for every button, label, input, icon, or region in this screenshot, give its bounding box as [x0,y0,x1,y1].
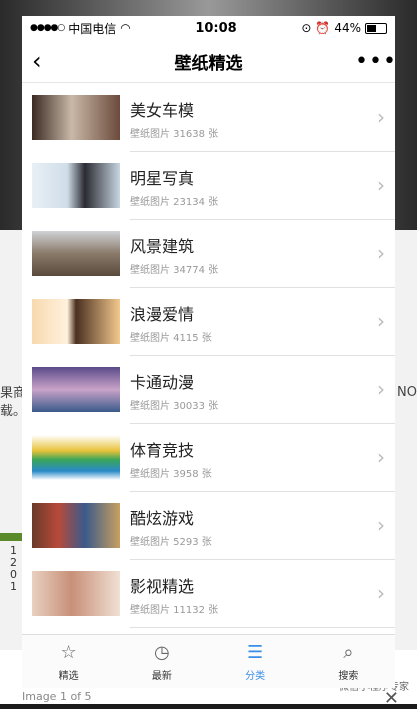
list-item[interactable]: 风景建筑 壁纸图片 34774 张 › [22,219,395,288]
category-name: 卡通动漫 [130,372,195,392]
nav-bar: ‹ 壁纸精选 ••• [22,40,395,83]
search-icon: ⌕ [343,641,354,663]
chevron-right-icon: › [377,376,385,401]
background-numbers: 1 2 0 1 [10,545,17,593]
list-item[interactable]: 浪漫爱情 壁纸图片 4115 张 › [22,287,395,356]
list-item[interactable]: 卡通动漫 壁纸图片 30033 张 › [22,355,395,424]
chevron-right-icon: › [377,308,385,333]
category-name: 影视精选 [130,576,195,596]
category-count: 壁纸图片 31638 张 [130,128,219,140]
chevron-right-icon: › [377,444,385,469]
list-item[interactable]: 美女车模 壁纸图片 31638 张 › [22,83,395,152]
thumbnail-image [32,230,120,276]
background-right-text: NO [397,385,417,400]
wifi-icon: ◠ [120,21,131,35]
list-icon: ☰ [247,641,264,663]
category-count: 壁纸图片 11132 张 [130,604,219,616]
clock: 10:08 [195,20,237,36]
tab-featured[interactable]: ☆ 精选 [22,635,115,688]
category-count: 壁纸图片 5293 张 [130,536,212,548]
tab-categories[interactable]: ☰ 分类 [209,635,302,688]
tab-label: 搜索 [338,670,359,682]
clock-icon: ◷ [154,641,170,663]
category-name: 风景建筑 [130,236,195,256]
category-count: 壁纸图片 3958 张 [130,468,212,480]
background-number: 1 [10,580,17,593]
category-name: 明星写真 [130,168,195,188]
background-green-bar [0,533,22,541]
list-item[interactable]: 影视精选 壁纸图片 11132 张 › [22,559,395,628]
category-count: 壁纸图片 4115 张 [130,332,212,344]
thumbnail-image [32,570,120,616]
alarm-icon: ⏰ [315,21,331,35]
list-item[interactable]: 酷炫游戏 壁纸图片 5293 张 › [22,491,395,560]
category-name: 酷炫游戏 [130,508,195,528]
thumbnail-image [32,502,120,548]
page-title: 壁纸精选 [174,53,243,74]
category-count: 壁纸图片 30033 张 [130,400,219,412]
lock-rotation-icon: ⊙ [301,21,312,35]
list-item[interactable]: 明星写真 壁纸图片 23134 张 › [22,151,395,220]
chevron-right-icon: › [377,512,385,537]
tab-label: 最新 [151,670,172,682]
battery-percent: 44% [334,21,361,35]
signal-icon: ●●●●○ [30,23,65,33]
thumbnail-image [32,366,120,412]
status-bar: ●●●●○ 中国电信 ◠ 10:08 ⊙ ⏰ 44% [22,16,395,40]
thumbnail-image [32,94,120,140]
list-item[interactable]: 体育竞技 壁纸图片 3958 张 › [22,423,395,492]
tab-search[interactable]: ⌕ 搜索 [302,635,395,688]
category-count: 壁纸图片 34774 张 [130,264,219,276]
more-icon[interactable]: ••• [355,49,395,74]
tab-label: 分类 [245,670,266,682]
chevron-right-icon: › [377,104,385,129]
phone-screen: ●●●●○ 中国电信 ◠ 10:08 ⊙ ⏰ 44% ‹ 壁纸精选 ••• 美女… [22,16,395,688]
category-name: 浪漫爱情 [130,304,195,324]
close-icon[interactable]: ✕ [384,688,399,709]
star-icon: ☆ [60,641,77,663]
category-count: 壁纸图片 23134 张 [130,196,219,208]
category-list: 美女车模 壁纸图片 31638 张 › 明星写真 壁纸图片 23134 张 › … [22,83,395,635]
back-icon[interactable]: ‹ [32,47,62,75]
chevron-right-icon: › [377,172,385,197]
image-counter: Image 1 of 5 [22,690,92,703]
thumbnail-image [32,162,120,208]
category-name: 美女车模 [130,100,195,120]
chevron-right-icon: › [377,240,385,265]
category-name: 体育竞技 [130,440,195,460]
carrier-label: 中国电信 [68,21,117,36]
chevron-right-icon: › [377,580,385,605]
thumbnail-image [32,434,120,480]
tab-latest[interactable]: ◷ 最新 [115,635,208,688]
tab-label: 精选 [58,670,79,682]
thumbnail-image [32,298,120,344]
tab-bar: ☆ 精选 ◷ 最新 ☰ 分类 ⌕ 搜索 [22,634,395,688]
battery-icon [365,22,387,34]
